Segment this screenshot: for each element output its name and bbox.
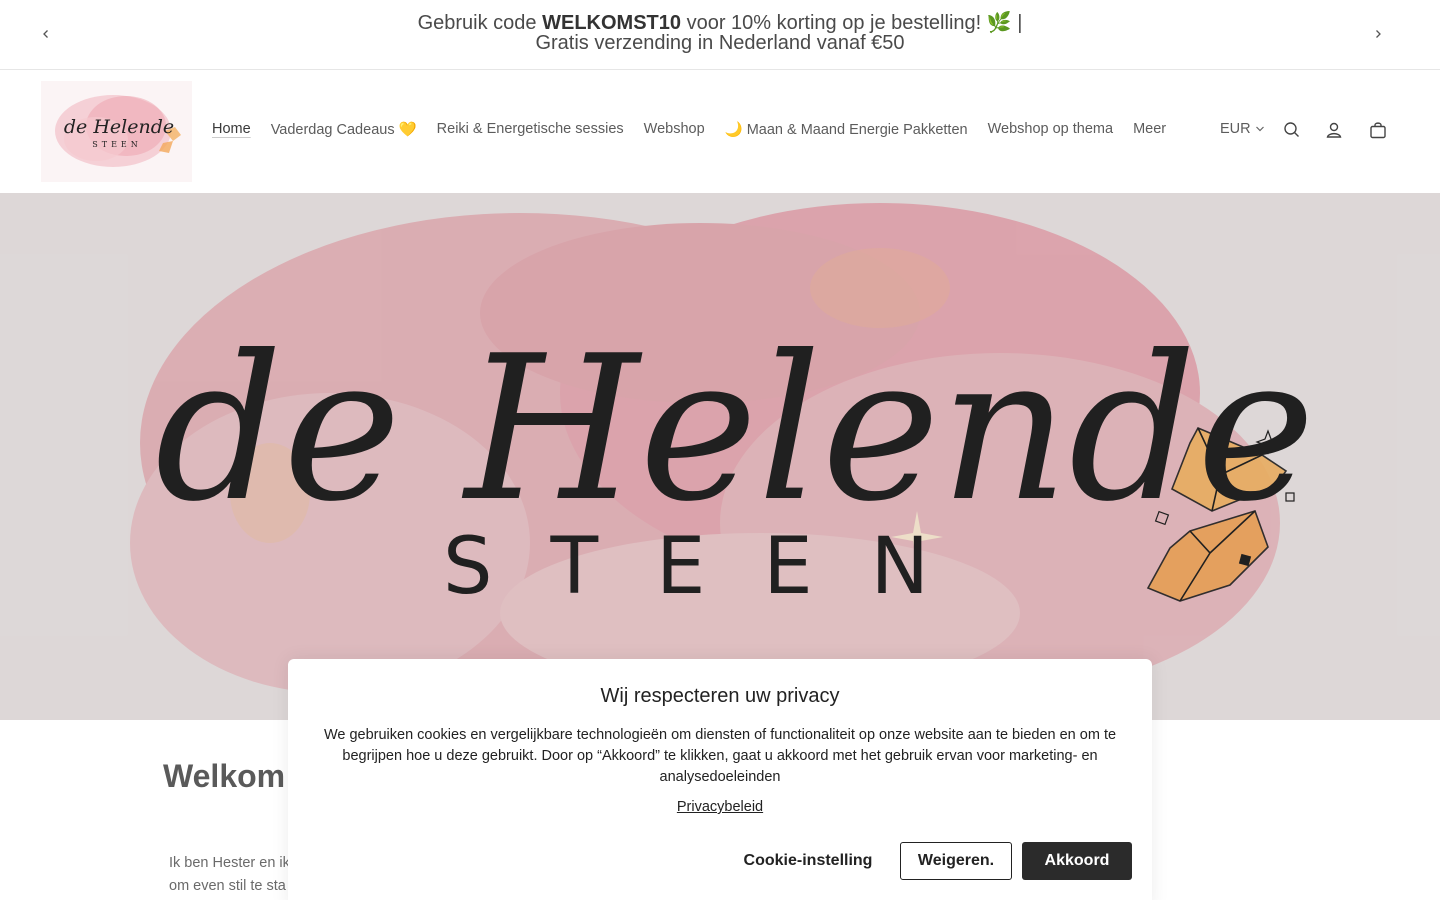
- cart-icon[interactable]: [1368, 120, 1388, 140]
- shipping-message: Gratis verzending in Nederland vanaf €50: [535, 32, 905, 54]
- intro-line-2: om even stil te sta: [169, 878, 286, 894]
- logo-subtitle: STEEN: [92, 140, 142, 149]
- cookie-body-text: We gebruiken cookies en vergelijkbare te…: [323, 727, 1117, 785]
- chevron-down-icon: [1255, 121, 1265, 137]
- discount-code: WELKOMST10: [542, 12, 682, 34]
- nav-item-home[interactable]: Home: [202, 121, 261, 138]
- nav-item-webshop[interactable]: Webshop: [634, 121, 715, 138]
- hero-banner: de Helende STEEN: [0, 193, 1440, 720]
- nav-item-webshop-thema[interactable]: Webshop op thema: [978, 121, 1123, 138]
- chevron-right-icon[interactable]: [1366, 22, 1390, 46]
- cookie-settings-button[interactable]: Cookie-instelling: [728, 842, 888, 880]
- announcement-suffix: voor 10% korting op je bestelling! 🌿 |: [681, 12, 1023, 34]
- chevron-left-icon[interactable]: [34, 22, 58, 46]
- currency-label: EUR: [1220, 121, 1251, 137]
- decline-button[interactable]: Weigeren.: [900, 842, 1012, 880]
- account-icon[interactable]: [1324, 120, 1344, 140]
- intro-line-1: Ik ben Hester en ik: [169, 855, 290, 871]
- nav-item-meer[interactable]: Meer: [1123, 121, 1176, 138]
- nav-item-reiki[interactable]: Reiki & Energetische sessies: [427, 121, 634, 138]
- cookie-consent-dialog: Wij respecteren uw privacy We gebruiken …: [288, 659, 1152, 900]
- announcement-bar: Gebruik code WELKOMST10 voor 10% korting…: [0, 0, 1440, 70]
- nav-item-vaderdag[interactable]: Vaderdag Cadeaus 💛: [261, 121, 427, 138]
- site-header: de Helende STEEN Home Vaderdag Cadeaus 💛…: [0, 71, 1440, 193]
- welcome-heading: Welkom: [163, 758, 286, 794]
- accept-button[interactable]: Akkoord: [1022, 842, 1132, 880]
- privacy-policy-link[interactable]: Privacybeleid: [288, 799, 1152, 815]
- logo-title: de Helende: [64, 116, 174, 138]
- announcement-prefix: Gebruik code: [417, 12, 543, 34]
- hero-overlay: [0, 193, 1440, 720]
- nav-item-maan-pakketten[interactable]: 🌙 Maan & Maand Energie Pakketten: [715, 121, 978, 138]
- cookie-title: Wij respecteren uw privacy: [600, 685, 840, 707]
- site-logo[interactable]: de Helende STEEN: [41, 81, 192, 182]
- currency-selector[interactable]: EUR: [1220, 121, 1265, 137]
- intro-text: Ik ben Hester en ik om even stil te sta: [169, 852, 299, 898]
- main-navigation: Home Vaderdag Cadeaus 💛 Reiki & Energeti…: [202, 121, 1176, 138]
- search-icon[interactable]: [1282, 120, 1302, 140]
- announcement-message: Gebruik code WELKOMST10 voor 10% korting…: [370, 13, 1070, 53]
